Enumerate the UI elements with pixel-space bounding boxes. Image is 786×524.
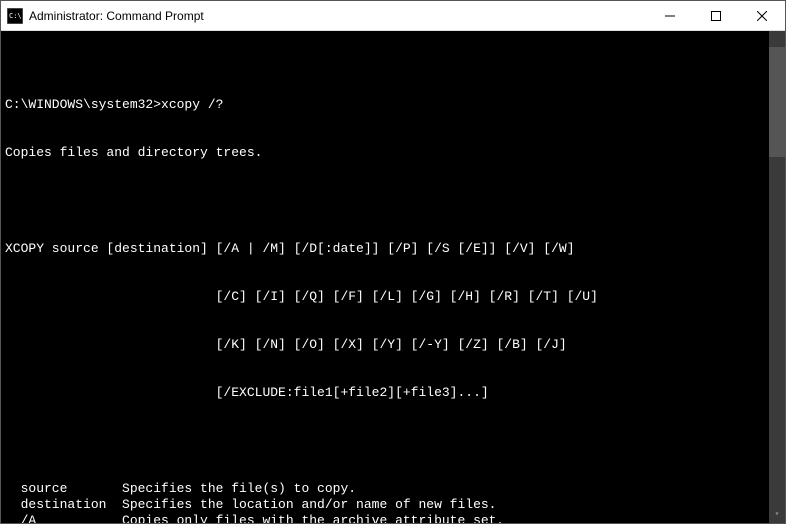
cmd-icon: C:\ bbox=[7, 8, 23, 24]
prompt-line: C:\WINDOWS\system32>xcopy /? bbox=[5, 97, 763, 113]
description-line: Copies files and directory trees. bbox=[5, 145, 763, 161]
scrollbar[interactable]: ▴ ▾ bbox=[769, 31, 785, 523]
option-line: /A Copies only files with the archive at… bbox=[5, 513, 763, 523]
blank-line bbox=[5, 433, 763, 449]
option-line: destination Specifies the location and/o… bbox=[5, 497, 763, 513]
maximize-button[interactable] bbox=[693, 1, 739, 30]
blank-line bbox=[5, 193, 763, 209]
close-button[interactable] bbox=[739, 1, 785, 30]
window-controls bbox=[647, 1, 785, 30]
syntax-line: [/C] [/I] [/Q] [/F] [/L] [/G] [/H] [/R] … bbox=[5, 289, 763, 305]
scroll-down-arrow[interactable]: ▾ bbox=[769, 507, 785, 523]
syntax-line: XCOPY source [destination] [/A | /M] [/D… bbox=[5, 241, 763, 257]
terminal-output: C:\WINDOWS\system32>xcopy /? Copies file… bbox=[5, 65, 781, 523]
syntax-line: [/EXCLUDE:file1[+file2][+file3]...] bbox=[5, 385, 763, 401]
option-line: source Specifies the file(s) to copy. bbox=[5, 481, 763, 497]
syntax-line: [/K] [/N] [/O] [/X] [/Y] [/-Y] [/Z] [/B]… bbox=[5, 337, 763, 353]
minimize-button[interactable] bbox=[647, 1, 693, 30]
titlebar[interactable]: C:\ Administrator: Command Prompt bbox=[1, 1, 785, 31]
scroll-thumb[interactable] bbox=[769, 47, 785, 157]
svg-text:C:\: C:\ bbox=[9, 12, 22, 20]
window-title: Administrator: Command Prompt bbox=[29, 9, 647, 23]
terminal-area[interactable]: C:\WINDOWS\system32>xcopy /? Copies file… bbox=[1, 31, 785, 523]
